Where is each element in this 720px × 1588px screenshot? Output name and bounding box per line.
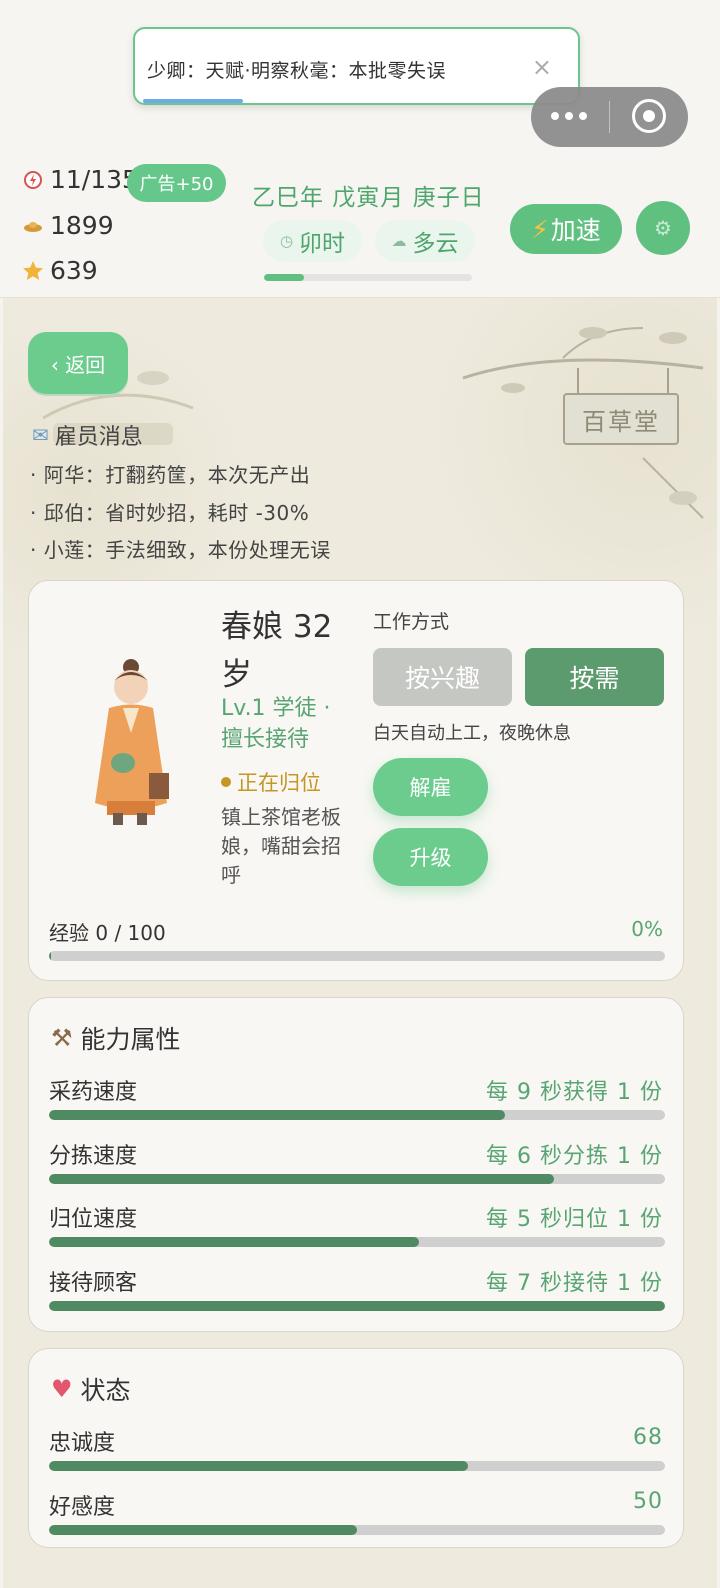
- employee-messages-title: ✉ 雇员消息: [32, 419, 143, 451]
- ability-bar-fill: [49, 1174, 555, 1184]
- toast-text: 少卿：天赋·明察秋毫：本批零失误: [147, 60, 447, 82]
- ability-bar-fill: [49, 1237, 419, 1247]
- experience-percent: 0%: [631, 917, 663, 941]
- more-icon[interactable]: [551, 104, 591, 128]
- messages-title-text: 雇员消息: [54, 425, 143, 450]
- notification-toast: 少卿：天赋·明察秋毫：本批零失误 ×: [133, 27, 580, 105]
- miniprogram-capsule: [531, 87, 688, 147]
- time-pill: ◷ 卯时: [263, 220, 362, 262]
- star-icon: [23, 260, 43, 280]
- mode-interest-button[interactable]: 按兴趣: [373, 648, 512, 706]
- ability-label: 分拣速度: [49, 1144, 138, 1169]
- ability-value: 每 5 秒归位 1 份: [486, 1207, 663, 1232]
- experience-label: 经验 0 / 100: [49, 921, 166, 945]
- day-progress-bar: [264, 274, 472, 281]
- ability-bar-fill: [49, 1110, 505, 1120]
- ability-value: 每 7 秒接待 1 份: [486, 1271, 663, 1296]
- ability-bar: [49, 1174, 665, 1184]
- status-card: ♥ 状态 忠诚度 68 好感度 50: [28, 1348, 684, 1548]
- close-miniprogram-icon[interactable]: [632, 99, 666, 133]
- lightning-icon: ⚡: [531, 214, 549, 244]
- energy-value: 11/135: [50, 165, 138, 194]
- mode-need-button[interactable]: 按需: [525, 648, 664, 706]
- star-counter: 639: [22, 256, 98, 285]
- coin-value: 1899: [50, 211, 114, 240]
- day-progress-fill: [264, 274, 304, 281]
- toast-progress-bar: [143, 99, 243, 103]
- employee-state: 正在归位: [221, 767, 321, 797]
- message-line: · 邱伯：省时妙招，耗时 -30%: [30, 501, 310, 525]
- status-label: 好感度: [49, 1495, 116, 1520]
- message-line: · 阿华：打翻药筐，本次无产出: [30, 463, 311, 487]
- envelope-icon: ✉: [32, 423, 49, 447]
- experience-bar-fill: [49, 951, 51, 961]
- ability-label: 接待顾客: [49, 1271, 138, 1296]
- ability-bar: [49, 1237, 665, 1247]
- ability-card: ⚒ 能力属性 采药速度 每 9 秒获得 1 份 分拣速度 每 6 秒分拣 1 份…: [28, 997, 684, 1332]
- ability-label: 采药速度: [49, 1080, 138, 1105]
- coin-counter: 1899: [22, 211, 114, 240]
- clock-icon: ◷: [279, 232, 294, 250]
- back-button[interactable]: ‹ 返回: [28, 332, 128, 394]
- status-title: ♥ 状态: [51, 1371, 131, 1407]
- work-mode-description: 白天自动上工，夜晚休息: [373, 723, 571, 744]
- status-bar-fill: [49, 1525, 357, 1535]
- energy-icon: [24, 170, 42, 189]
- energy-counter: 11/135: [22, 165, 138, 194]
- ability-value: 每 9 秒获得 1 份: [486, 1080, 663, 1105]
- status-value: 68: [633, 1425, 663, 1450]
- status-bar: [49, 1461, 665, 1471]
- employee-level: Lv.1 学徒 · 擅长接待: [221, 696, 331, 752]
- capsule-divider: [609, 101, 610, 133]
- cloud-icon: ☁: [391, 232, 407, 250]
- experience-bar: [49, 951, 665, 961]
- employee-state-text: 正在归位: [237, 771, 321, 795]
- ability-bar: [49, 1301, 665, 1311]
- ability-value: 每 6 秒分拣 1 份: [486, 1144, 663, 1169]
- status-bar-fill: [49, 1461, 468, 1471]
- settings-button[interactable]: ⚙: [636, 201, 690, 255]
- fire-button[interactable]: 解雇: [373, 758, 488, 816]
- work-mode-label: 工作方式: [373, 611, 450, 633]
- star-value: 639: [50, 256, 98, 285]
- employee-description: 镇上茶馆老板娘，嘴甜会招呼: [221, 805, 341, 887]
- weather-pill: ☁ 多云: [375, 220, 475, 262]
- status-dot-icon: [221, 777, 231, 787]
- status-bar: [49, 1525, 665, 1535]
- employee-portrait: [95, 659, 169, 825]
- ingot-icon: [24, 221, 42, 232]
- lunar-date: 乙巳年 戊寅月 庚子日: [252, 185, 485, 211]
- ability-bar: [49, 1110, 665, 1120]
- close-icon[interactable]: ×: [532, 53, 552, 81]
- shop-sign: 百草堂: [563, 393, 679, 445]
- heart-icon: ♥: [51, 1375, 73, 1403]
- message-line: · 小莲：手法细致，本份处理无误: [30, 538, 331, 562]
- ability-title-text: 能力属性: [80, 1025, 181, 1054]
- ad-bonus-button[interactable]: 广告+50: [127, 164, 226, 202]
- speed-up-button[interactable]: ⚡ 加速: [510, 204, 622, 254]
- top-bar: 少卿：天赋·明察秋毫：本批零失误 × 11/135 广告+50 1899 639…: [0, 0, 720, 298]
- time-value: 卯时: [299, 231, 346, 257]
- ability-label: 归位速度: [49, 1207, 138, 1232]
- tools-icon: ⚒: [51, 1024, 73, 1052]
- upgrade-button[interactable]: 升级: [373, 828, 488, 886]
- employee-profile-card: 春娘 32 岁 Lv.1 学徒 · 擅长接待 正在归位 镇上茶馆老板娘，嘴甜会招…: [28, 580, 684, 981]
- ability-title: ⚒ 能力属性: [51, 1020, 181, 1056]
- employee-name: 春娘 32 岁: [221, 609, 333, 693]
- gear-icon: ⚙: [654, 216, 672, 240]
- status-value: 50: [633, 1489, 663, 1514]
- status-label: 忠诚度: [49, 1431, 116, 1456]
- status-title-text: 状态: [80, 1376, 131, 1405]
- ability-bar-fill: [49, 1301, 665, 1311]
- speed-up-label: 加速: [550, 216, 601, 245]
- weather-value: 多云: [412, 231, 459, 257]
